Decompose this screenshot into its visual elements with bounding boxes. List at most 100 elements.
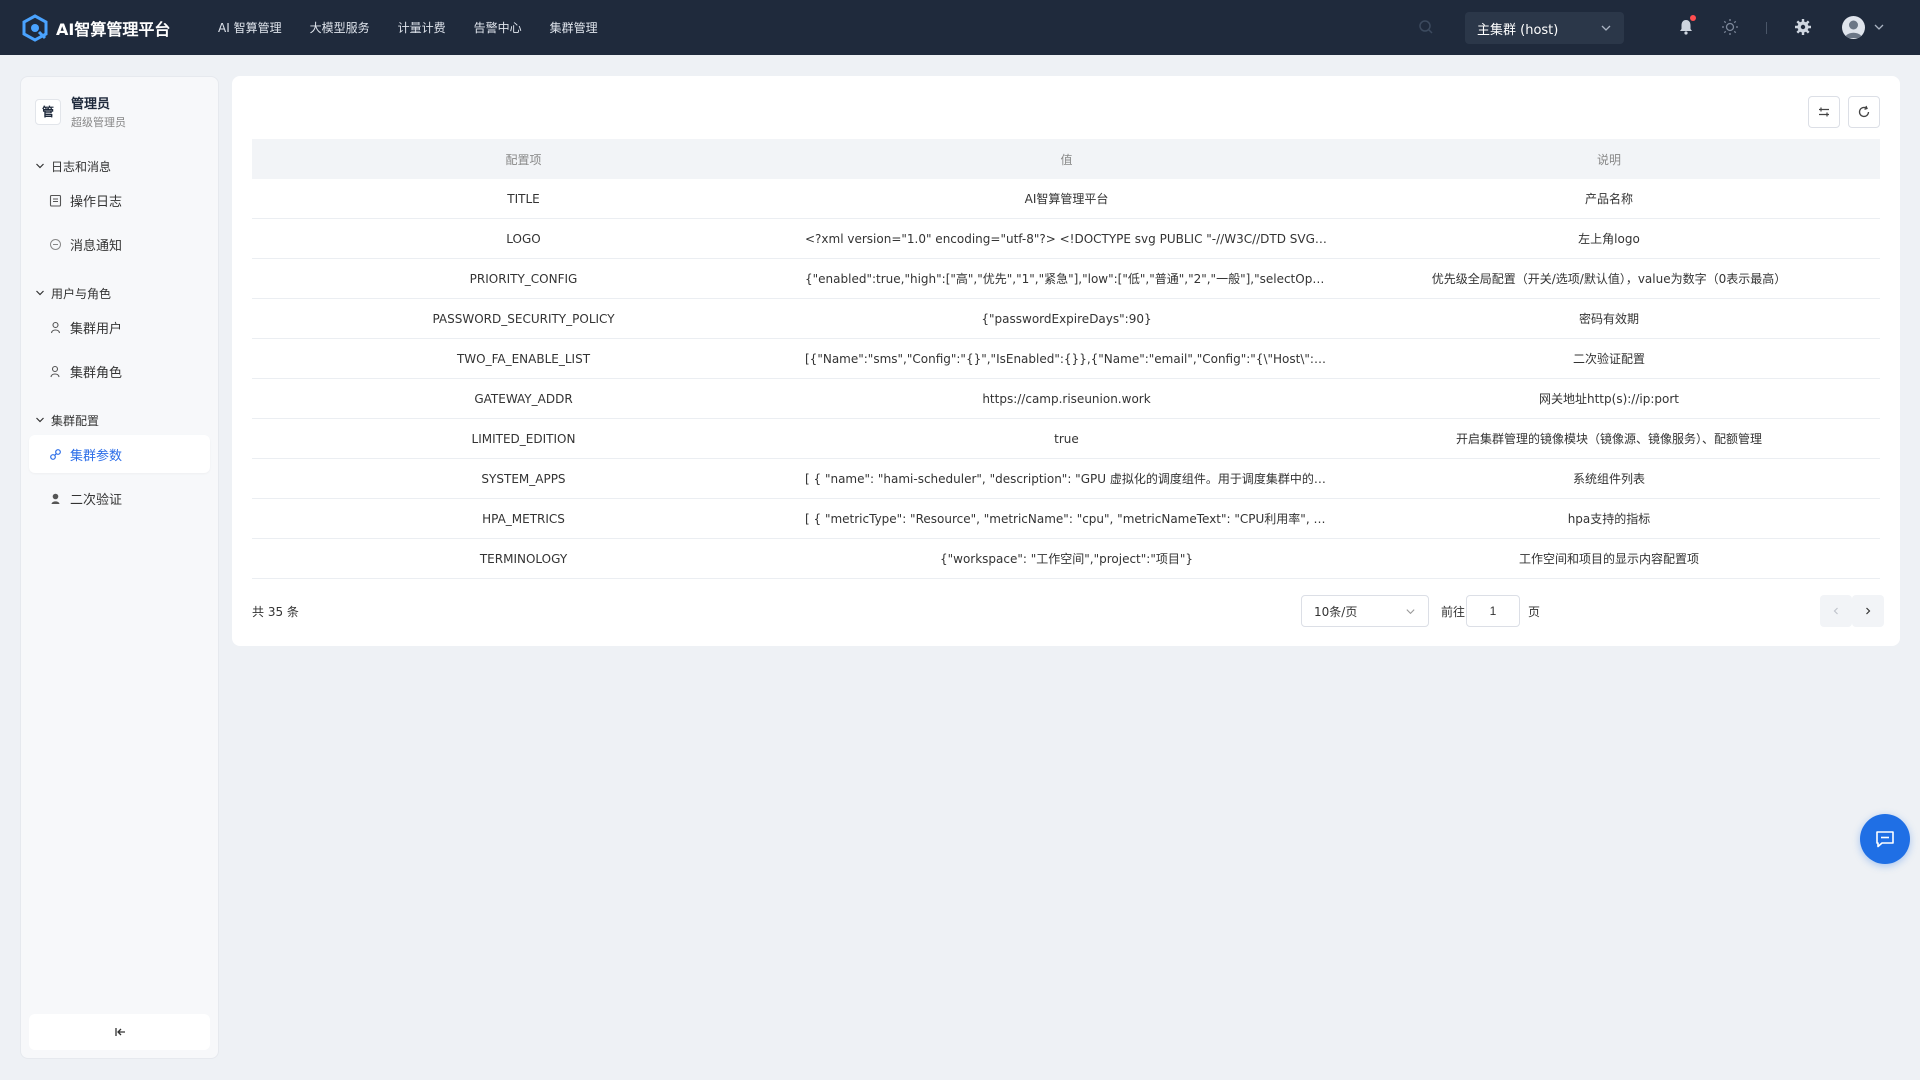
group-title-text: 日志和消息 <box>51 159 112 174</box>
total-count: 共 35 条 <box>252 604 299 619</box>
group-logs-messages[interactable]: 日志和消息 <box>35 156 218 176</box>
table-row[interactable]: TWO_FA_ENABLE_LIST [{"Name":"sms","Confi… <box>252 339 1880 379</box>
column-header-value: 值 <box>1060 152 1073 167</box>
table-row[interactable]: LIMITED_EDITION true 开启集群管理的镜像模块（镜像源、镜像服… <box>252 419 1880 459</box>
cell-key: GATEWAY_ADDR <box>474 391 573 406</box>
sidebar-item-notifications[interactable]: 消息通知 <box>29 225 210 263</box>
sliders-icon <box>1819 107 1829 117</box>
sidebar-item-label: 集群角色 <box>70 365 123 381</box>
cell-value: <?xml version="1.0" encoding="utf-8"?> <… <box>805 231 1338 246</box>
sidebar-item-label: 二次验证 <box>70 492 123 508</box>
cell-description: 开启集群管理的镜像模块（镜像源、镜像服务）、配额管理 <box>1455 432 1762 446</box>
clipboard-icon <box>49 194 62 207</box>
group-users-roles[interactable]: 用户与角色 <box>35 283 218 303</box>
cell-key: HPA_METRICS <box>482 511 565 526</box>
user-avatar-icon <box>1845 20 1862 38</box>
user-badge: 管 <box>35 98 61 125</box>
page-unit-label: 页 <box>1528 605 1541 619</box>
sidebar-item-two-factor-auth[interactable]: 二次验证 <box>29 479 210 517</box>
nav-ai-compute[interactable]: AI 智算管理 <box>218 19 282 36</box>
users-icon <box>50 321 61 333</box>
table-row[interactable]: PASSWORD_SECURITY_POLICY {"passwordExpir… <box>252 299 1880 339</box>
cell-value: true <box>1054 431 1079 446</box>
cell-key: TITLE <box>507 191 540 206</box>
page-size-value: 10条/页 <box>1314 604 1358 619</box>
cluster-select-value: 主集群 (host) <box>1477 22 1559 38</box>
cell-value: {"workspace": "工作空间","project":"项目"} <box>939 552 1194 566</box>
link-icon <box>50 448 61 460</box>
refresh-button[interactable] <box>1848 96 1880 128</box>
pagination: 共 35 条 10条/页 前往 页 <box>252 595 1884 627</box>
chat-icon <box>1876 831 1894 848</box>
cell-description: 优先级全局配置（开关/选项/默认值），value为数字（0表示最高） <box>1431 272 1787 286</box>
table-row[interactable]: PRIORITY_CONFIG {"enabled":true,"high":[… <box>252 259 1880 299</box>
table-row[interactable]: HPA_METRICS [ { "metricType": "Resource"… <box>252 499 1880 539</box>
refresh-icon <box>1858 105 1870 118</box>
cell-value: [{"Name":"sms","Config":"{}","IsEnabled"… <box>805 351 1338 366</box>
chevron-down-icon <box>36 290 44 296</box>
sidebar-item-cluster-users[interactable]: 集群用户 <box>29 308 210 346</box>
nav-billing[interactable]: 计量计费 <box>398 19 446 36</box>
sidebar-item-cluster-params[interactable]: 集群参数 <box>29 435 210 473</box>
goto-label: 前往 <box>1441 605 1466 619</box>
sidebar-item-label: 操作日志 <box>70 194 123 210</box>
nav-alert-center[interactable]: 告警中心 <box>474 19 522 36</box>
cell-description: 工作空间和项目的显示内容配置项 <box>1518 552 1699 566</box>
cell-value: https://camp.riseunion.work <box>982 391 1151 406</box>
chevron-down-icon <box>36 417 44 423</box>
nav-llm-service[interactable]: 大模型服务 <box>310 19 370 36</box>
sidebar-item-cluster-roles[interactable]: 集群角色 <box>29 352 210 390</box>
collapse-sidebar-button[interactable] <box>29 1014 210 1050</box>
table-row[interactable]: SYSTEM_APPS [ { "name": "hami-scheduler"… <box>252 459 1880 499</box>
sidebar-item-label: 集群用户 <box>70 321 123 337</box>
collapse-left-icon <box>114 1028 125 1036</box>
table-row[interactable]: TITLE AI智算管理平台 产品名称 <box>252 179 1880 219</box>
sidebar-item-operation-log[interactable]: 操作日志 <box>29 181 210 219</box>
table-row[interactable]: GATEWAY_ADDR https://camp.riseunion.work… <box>252 379 1880 419</box>
cell-key: PRIORITY_CONFIG <box>469 271 578 286</box>
message-icon <box>50 238 61 250</box>
cluster-params-panel: 配置项 值 说明 TITLE AI智算管理平台 产品名称 LOGO <?xml … <box>232 76 1900 646</box>
sun-icon[interactable] <box>1721 18 1739 36</box>
logo-icon <box>22 13 48 42</box>
group-cluster-config[interactable]: 集群配置 <box>35 410 218 430</box>
cell-key: TERMINOLOGY <box>479 551 568 566</box>
app-logo[interactable]: AI智算管理平台 <box>20 13 200 43</box>
toolbar-divider <box>1766 22 1767 34</box>
gear-icon[interactable] <box>1794 18 1812 36</box>
chevron-down-icon[interactable] <box>1873 21 1885 33</box>
table-row[interactable]: TERMINOLOGY {"workspace": "工作空间","projec… <box>252 539 1880 579</box>
column-header-description: 说明 <box>1596 152 1621 167</box>
cell-description: 密码有效期 <box>1578 312 1639 326</box>
search-icon[interactable] <box>1418 19 1434 35</box>
sidebar: 管 管理员 超级管理员 日志和消息 操作日志 消息通知 用户与角色 集群用户 集… <box>20 76 219 1059</box>
chevron-right-icon <box>1866 607 1871 615</box>
cluster-select[interactable]: 主集群 (host) <box>1465 12 1624 44</box>
config-table: 配置项 值 说明 TITLE AI智算管理平台 产品名称 LOGO <?xml … <box>252 139 1880 579</box>
nav-cluster-management[interactable]: 集群管理 <box>550 19 598 36</box>
user-avatar[interactable] <box>1842 16 1865 39</box>
top-navbar: AI智算管理平台 AI 智算管理 大模型服务 计量计费 告警中心 集群管理 主集… <box>0 0 1920 55</box>
next-page-button[interactable] <box>1852 595 1884 627</box>
table-row[interactable]: LOGO <?xml version="1.0" encoding="utf-8… <box>252 219 1880 259</box>
group-title-text: 集群配置 <box>51 413 100 428</box>
goto-page-input[interactable] <box>1466 595 1520 627</box>
notification-dot <box>1690 15 1696 21</box>
page-size-select[interactable]: 10条/页 <box>1301 595 1429 627</box>
cell-description: 二次验证配置 <box>1572 352 1645 366</box>
sidebar-item-label: 消息通知 <box>70 238 123 254</box>
cell-description: 产品名称 <box>1584 192 1633 206</box>
chat-support-button[interactable] <box>1860 814 1910 864</box>
user-role-icon <box>50 365 60 377</box>
cell-key: SYSTEM_APPS <box>481 471 566 486</box>
prev-page-button[interactable] <box>1820 595 1852 627</box>
cell-value: [ { "metricType": "Resource", "metricNam… <box>805 512 1338 526</box>
shield-user-icon <box>51 493 60 504</box>
cell-key: PASSWORD_SECURITY_POLICY <box>432 311 615 326</box>
column-settings-button[interactable] <box>1808 96 1840 128</box>
sidebar-item-label: 集群参数 <box>70 448 123 464</box>
cell-key: TWO_FA_ENABLE_LIST <box>456 351 591 366</box>
cell-key: LOGO <box>506 231 541 246</box>
app-title: AI智算管理平台 <box>56 19 171 39</box>
chevron-down-icon <box>36 163 44 169</box>
